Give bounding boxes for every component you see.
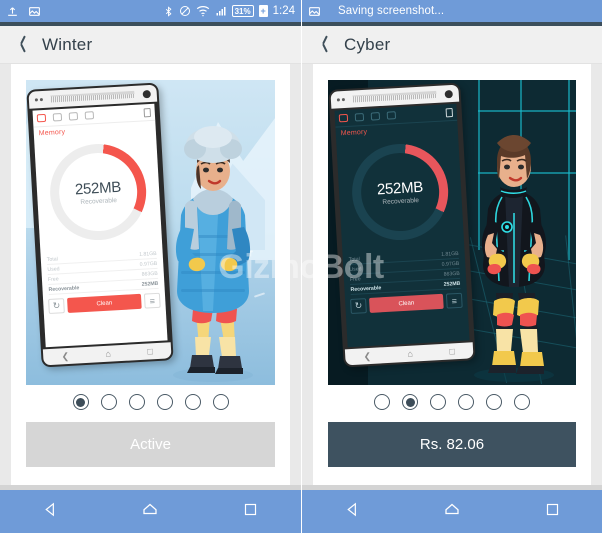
do-not-disturb-icon [179,5,191,17]
back-icon[interactable] [316,35,330,55]
pager-dot-4[interactable] [458,394,474,410]
theme-preview-winter: Memory 252MB Recoverable Total 1.81GB Us… [26,80,275,385]
recoverable-caption: Recoverable [382,196,420,206]
screen-cyber: Saving screenshot... Cyber Memory 252MB … [301,0,602,533]
refresh-icon[interactable]: ↻ [350,298,367,314]
neon-line [478,110,576,112]
pager-dot-5[interactable] [486,394,502,410]
pager-dot-6[interactable] [514,394,530,410]
pager-dot-2[interactable] [402,394,418,410]
theme-card-cyber: Memory 252MB Recoverable Total 1.81GB Us… [313,64,591,485]
stat-label: Recoverable [48,284,80,293]
stat-label: Free [47,275,59,283]
stat-label: Free [349,275,361,283]
refresh-icon[interactable]: ↻ [48,298,65,314]
notification-text: Saving screenshot... [338,5,445,17]
pager-dot-5[interactable] [184,394,201,410]
memory-gauge: 252MB Recoverable [34,131,162,254]
back-icon[interactable] [14,35,28,55]
home-icon: ⌂ [407,348,414,359]
status-bar-right: Saving screenshot... [302,0,602,22]
theme-action-button[interactable]: Rs. 82.06 [328,422,576,467]
back-icon[interactable] [339,496,365,522]
phone-camera [142,89,151,98]
cyber-character-illustration [474,135,554,382]
contacts-tab[interactable] [386,111,397,120]
clean-button[interactable]: Clean [369,293,444,313]
phone-screen: Memory 252MB Recoverable Total 1.81GB Us… [334,103,470,348]
home-icon[interactable] [439,496,465,522]
home-icon: ⌂ [105,348,112,359]
theme-pager-dots [313,394,591,410]
home-icon[interactable] [137,496,163,522]
theme-preview-cyber: Memory 252MB Recoverable Total 1.81GB Us… [328,80,576,385]
upload-icon [6,5,19,18]
trash-icon[interactable] [143,107,152,117]
trash-tab[interactable] [68,112,79,121]
app-surface-cyber: Cyber Memory 252MB Recoverable Total 1.8… [302,22,602,485]
clean-button[interactable]: Clean [67,293,142,313]
pager-dot-3[interactable] [430,394,446,410]
battery-indicator: 31% [231,5,254,17]
trash-icon[interactable] [445,107,454,117]
image-icon [28,5,41,18]
recoverable-caption: Recoverable [80,196,118,206]
bluetooth-icon [163,5,174,18]
battery-charging-icon: + [258,5,268,17]
contacts-tab[interactable] [84,111,95,120]
theme-pager-dots [11,394,290,410]
page-title: Cyber [344,34,391,54]
pager-dot-1[interactable] [374,394,390,410]
trash-tab[interactable] [370,112,381,121]
memory-stats-list: Total 1.81GB Used 0.97GB Free 863GB Reco… [342,247,466,296]
winter-character-illustration [173,126,253,382]
clock: 1:24 [272,5,295,17]
theme-card-winter: Memory 252MB Recoverable Total 1.81GB Us… [11,64,290,485]
back-icon[interactable] [37,496,63,522]
back-icon: ❮ [61,350,70,361]
signal-icon [215,5,227,17]
memory-gauge: 252MB Recoverable [336,131,464,254]
stat-label: Recoverable [350,284,382,293]
screen-winter: 31% + 1:24 Winter Memory 252MB Recoverab… [0,0,301,533]
dual-screenshot-container: 31% + 1:24 Winter Memory 252MB Recoverab… [0,0,602,533]
appbar-cyber: Cyber [302,26,602,64]
stat-label: Total [348,255,360,263]
phone-camera [444,89,453,98]
wifi-icon [196,5,210,17]
pager-dot-6[interactable] [212,394,229,410]
pager-dot-1[interactable] [72,394,89,410]
storage-tab[interactable] [52,112,63,122]
storage-tab[interactable] [354,112,365,122]
pager-dot-4[interactable] [156,394,173,410]
theme-action-button[interactable]: Active [26,422,275,467]
stat-label: Total [46,255,58,263]
recents-icon[interactable] [238,496,264,522]
back-icon: ❮ [363,350,372,361]
stat-label: Used [349,265,362,273]
page-title: Winter [42,34,93,54]
pager-dot-2[interactable] [100,394,117,410]
system-nav-bar-right [302,485,602,533]
pager-dot-3[interactable] [128,394,145,410]
image-icon [308,5,321,18]
system-nav-bar-left [0,485,301,533]
memory-stats-list: Total 1.81GB Used 0.97GB Free 863GB Reco… [40,247,164,296]
status-bar-left: 31% + 1:24 [0,0,301,22]
recoverable-value: 252MB [74,178,122,198]
memory-tab[interactable] [36,113,47,123]
phone-screen: Memory 252MB Recoverable Total 1.81GB Us… [32,103,168,348]
memory-tab[interactable] [338,113,349,123]
battery-level: 31% [234,6,251,16]
recoverable-value: 252MB [376,178,424,198]
recents-icon[interactable] [539,496,565,522]
stat-label: Used [47,265,60,273]
appbar-winter: Winter [0,26,301,64]
app-surface-winter: Winter Memory 252MB Recoverable Total 1.… [0,22,301,485]
